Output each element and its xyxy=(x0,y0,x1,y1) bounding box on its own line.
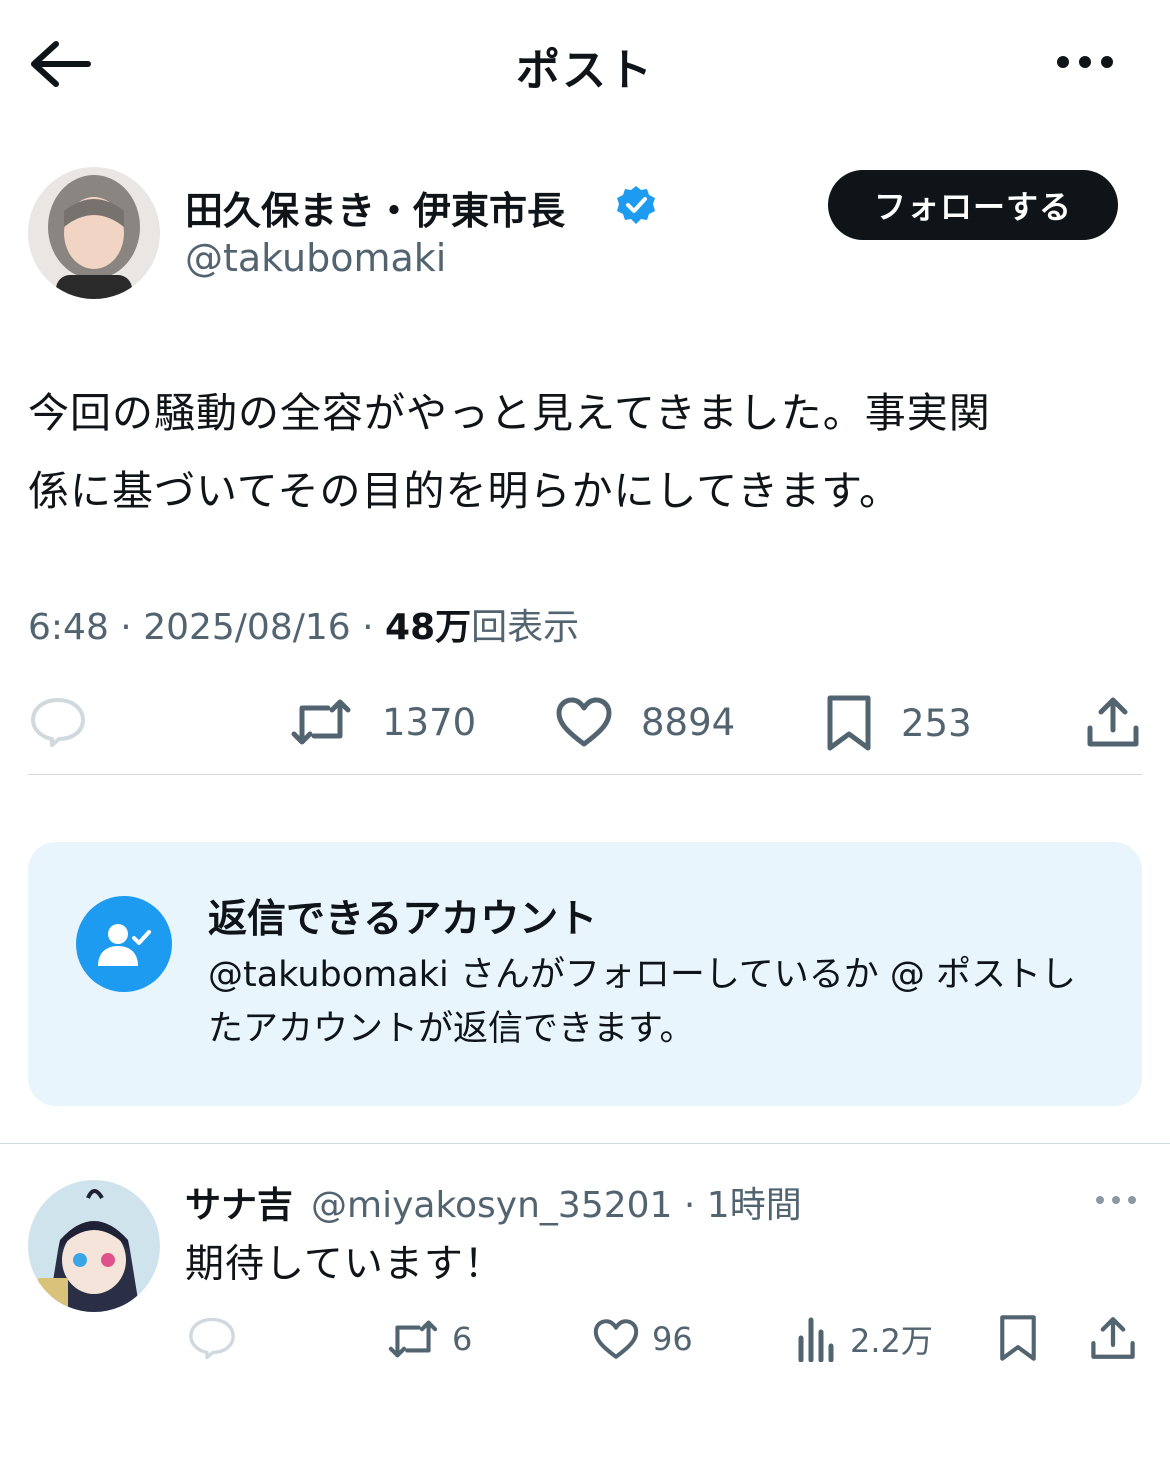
user-check-icon xyxy=(76,896,172,992)
post-text-line: 係に基づいてその目的を明らかにしてきます。 xyxy=(28,467,901,515)
heart-icon xyxy=(593,1319,639,1359)
reply-views-count: 2.2万 xyxy=(850,1322,933,1360)
divider xyxy=(28,774,1142,775)
verified-badge-icon xyxy=(615,184,657,226)
reply-restriction-panel: 返信できるアカウント @takubomaki さんがフォローしているか @ ポス… xyxy=(28,842,1142,1106)
reply-reply-button[interactable] xyxy=(188,1316,236,1360)
reply-views-button[interactable]: 2.2万 xyxy=(796,1316,933,1362)
post-text-line: 今回の騒動の全容がやっと見えてきました。事実関 xyxy=(28,389,991,437)
restriction-description: @takubomaki さんがフォローしているか @ ポストしたアカウントが返信… xyxy=(208,955,1077,1049)
reply-author-name[interactable]: サナ吉 xyxy=(185,1185,293,1226)
reply-retweet-button[interactable]: 6 xyxy=(386,1316,472,1362)
retweet-button[interactable]: 1370 xyxy=(288,694,476,750)
views-count: 48万 xyxy=(385,607,472,648)
follow-button[interactable]: フォローする xyxy=(828,170,1118,240)
reply-text: 期待しています！ xyxy=(185,1242,504,1287)
author-handle[interactable]: @takubomaki xyxy=(185,236,446,280)
post-date[interactable]: 2025/08/16 xyxy=(143,607,351,648)
reply-like-button[interactable]: 96 xyxy=(592,1318,693,1360)
restriction-title: 返信できるアカウント xyxy=(208,897,598,942)
post-text: 今回の騒動の全容がやっと見えてきました。事実関 係に基づいてその目的を明らかにし… xyxy=(28,374,1148,530)
reply-bookmark-button[interactable] xyxy=(998,1314,1038,1362)
post-meta: 6:48 · 2025/08/16 · 48万回表示 xyxy=(28,607,580,648)
more-options-icon[interactable] xyxy=(1050,40,1120,84)
divider xyxy=(0,1143,1170,1144)
retweet-icon xyxy=(388,1320,438,1358)
views-chart-icon xyxy=(798,1317,834,1362)
reply-share-button[interactable] xyxy=(1090,1314,1136,1362)
author-avatar[interactable] xyxy=(28,167,160,299)
share-icon xyxy=(1091,1317,1135,1359)
share-icon xyxy=(1087,697,1139,747)
reply-header: サナ吉 @miyakosyn_35201 · 1時間 xyxy=(185,1185,802,1226)
reply-avatar[interactable] xyxy=(28,1180,160,1312)
share-button[interactable] xyxy=(1086,694,1140,750)
reply-icon xyxy=(189,1317,235,1360)
bookmark-count: 253 xyxy=(901,701,972,745)
like-count: 8894 xyxy=(641,700,736,744)
reply-like-count: 96 xyxy=(652,1320,693,1358)
reply-retweet-count: 6 xyxy=(452,1320,473,1358)
reply-icon xyxy=(31,698,85,747)
heart-icon xyxy=(556,697,612,747)
bookmark-icon xyxy=(827,695,871,751)
page-title: ポスト xyxy=(516,45,654,96)
like-button[interactable]: 8894 xyxy=(555,696,735,748)
bookmark-icon xyxy=(1000,1315,1036,1361)
retweet-count: 1370 xyxy=(382,700,477,744)
post-time[interactable]: 6:48 xyxy=(28,607,109,648)
retweet-icon xyxy=(291,699,351,745)
reply-button[interactable] xyxy=(30,696,86,748)
top-bar: ポスト xyxy=(0,0,1170,125)
author-name[interactable]: 田久保まき・伊東市長 xyxy=(185,180,565,235)
reply-handle[interactable]: @miyakosyn_35201 xyxy=(311,1185,672,1226)
reply-time[interactable]: 1時間 xyxy=(707,1185,802,1226)
views-label: 回表示 xyxy=(471,607,580,648)
bookmark-button[interactable]: 253 xyxy=(825,694,972,752)
reply-more-options-icon[interactable] xyxy=(1092,1186,1140,1214)
